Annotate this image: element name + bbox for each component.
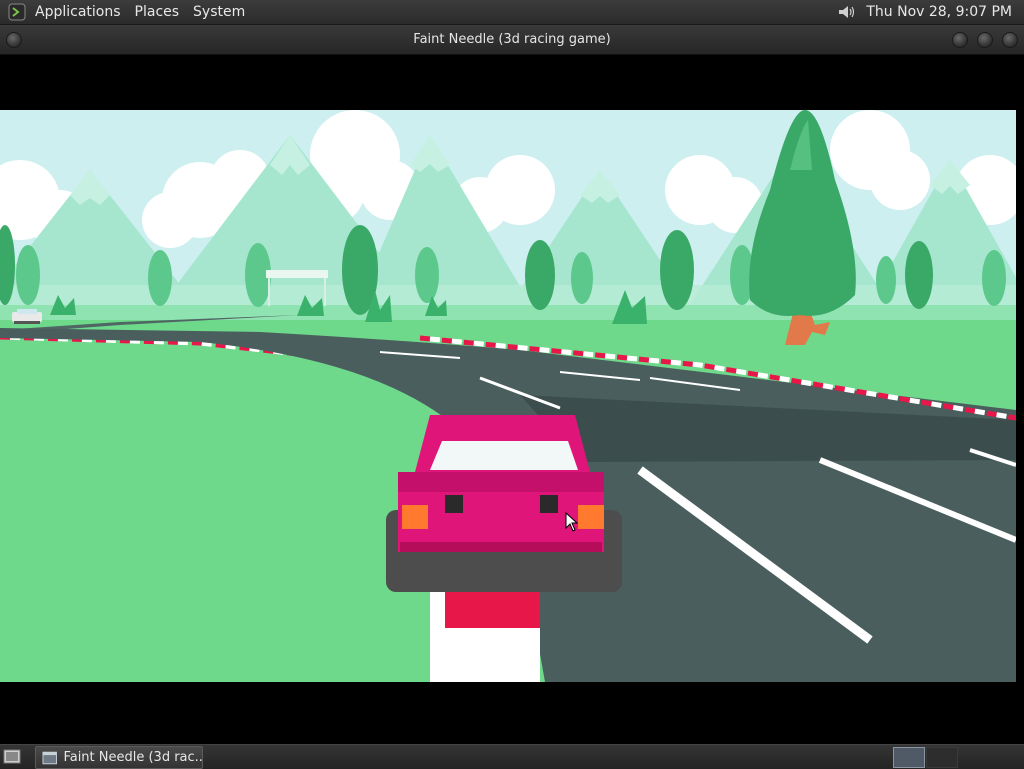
window-title-bar[interactable]: Faint Needle (3d racing game) [0, 25, 1024, 55]
terminal-logo-icon[interactable] [8, 3, 26, 21]
top-menu: Applications Places System [28, 0, 252, 24]
taskbar-window-label: Faint Needle (3d rac... [63, 750, 202, 765]
clock[interactable]: Thu Nov 28, 9:07 PM [862, 4, 1024, 20]
workspace-2[interactable] [926, 747, 958, 768]
minimize-button[interactable] [952, 32, 968, 48]
top-panel: Applications Places System Thu Nov 28, 9… [0, 0, 1024, 25]
show-desktop-icon[interactable] [3, 748, 21, 765]
menu-applications[interactable]: Applications [28, 4, 128, 20]
window-icon [42, 751, 57, 764]
workspace-1[interactable] [893, 747, 925, 768]
window-title: Faint Needle (3d racing game) [413, 32, 611, 47]
game-scene [0, 110, 1016, 682]
maximize-button[interactable] [977, 32, 993, 48]
mouse-cursor-icon [565, 512, 579, 532]
menu-system[interactable]: System [186, 4, 252, 20]
speaker-icon[interactable] [836, 2, 856, 22]
game-viewport[interactable] [0, 110, 1016, 682]
taskbar-window-button[interactable]: Faint Needle (3d rac... [35, 746, 203, 769]
system-tray: Thu Nov 28, 9:07 PM [836, 0, 1024, 24]
menu-places[interactable]: Places [128, 4, 187, 20]
close-button[interactable] [1002, 32, 1018, 48]
billboard [266, 270, 328, 278]
bottom-panel: Faint Needle (3d rac... [0, 744, 1024, 769]
